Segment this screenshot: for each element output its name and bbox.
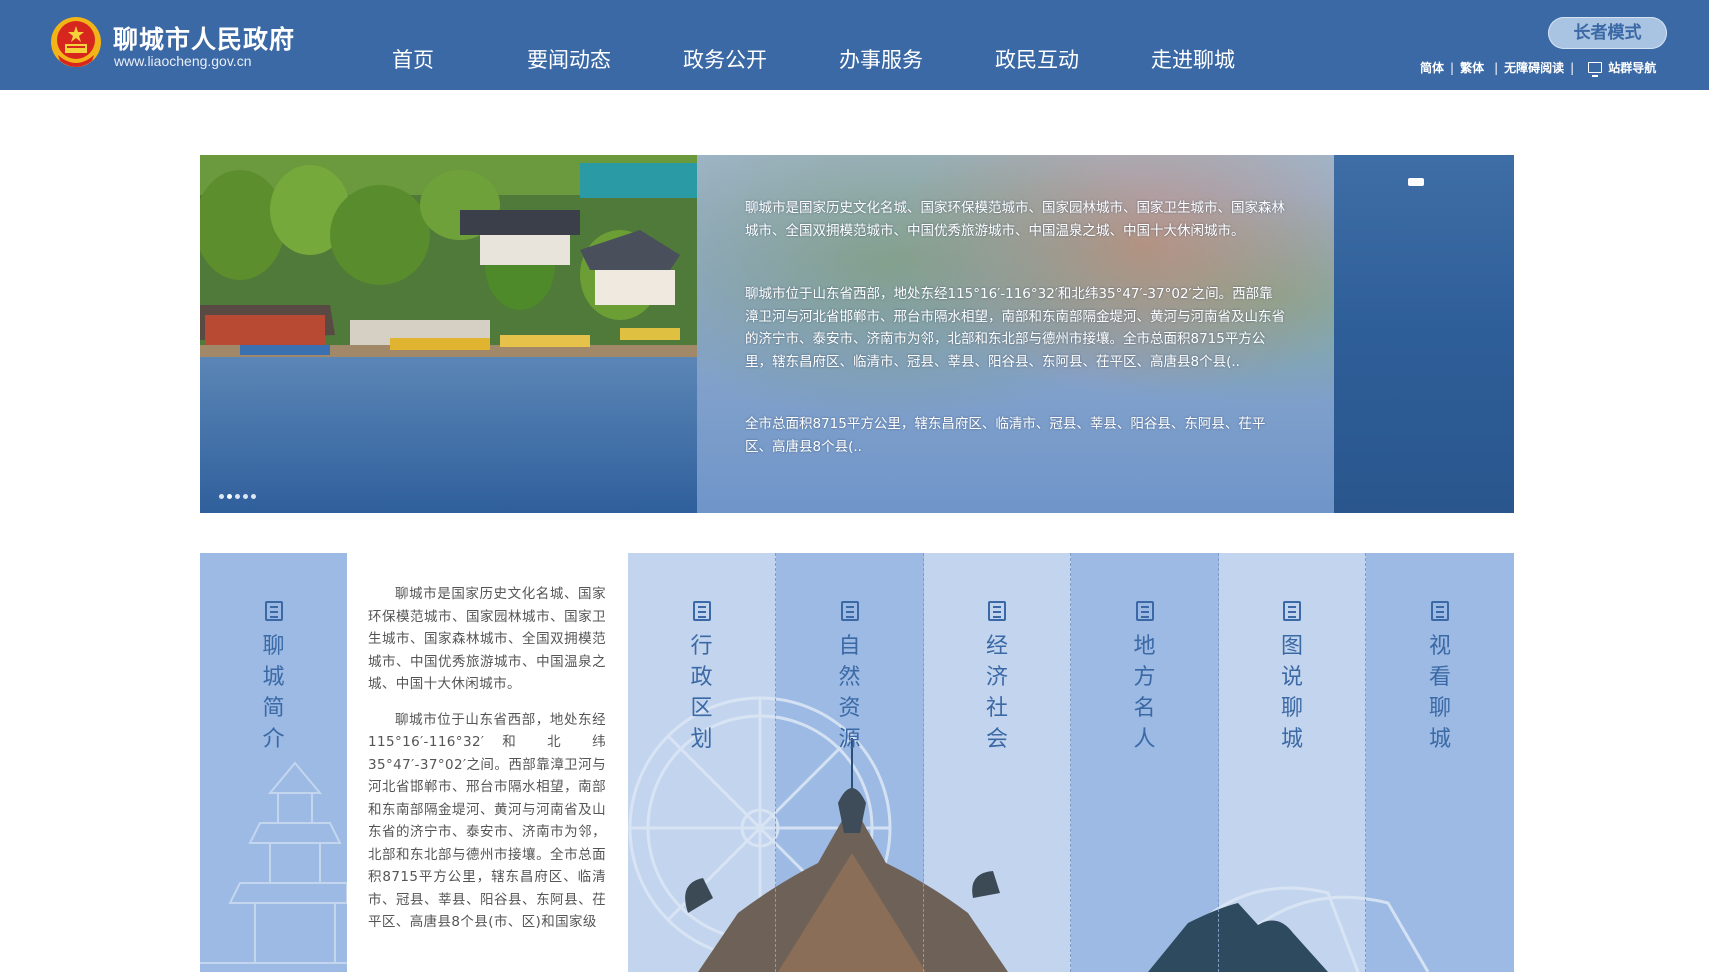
column-economy-society[interactable]: 经济社会 xyxy=(924,553,1071,972)
title-character: 政 xyxy=(690,665,713,690)
column-natural-resources[interactable]: 自然资源 xyxy=(776,553,924,972)
title-character: 资 xyxy=(838,696,861,721)
intro-text-panel: 聊城市是国家历史文化名城、国家环保模范城市、国家园林城市、国家卫生城市、国家森林… xyxy=(347,553,628,972)
topic-columns: 行政区划 自然资源 经济社会 地方名人 图说聊城 视看聊城 xyxy=(628,553,1514,972)
national-emblem-logo[interactable] xyxy=(48,15,104,71)
nav-services[interactable]: 办事服务 xyxy=(803,44,959,74)
title-character: 然 xyxy=(838,665,861,690)
intro-paragraph: 聊城市位于山东省西部，地处东经 115°16′-116°32′ 和 北 纬 35… xyxy=(368,711,606,931)
column-label: 地方名人 xyxy=(1071,601,1218,755)
main-nav: 首页 要闻动态 政务公开 办事服务 政民互动 走进聊城 xyxy=(335,44,1271,74)
banner-paragraph: 全市总面积8715平方公里，辖东昌府区、临清市、冠县、莘县、阳谷县、东阿县、茌平… xyxy=(745,416,1266,455)
site-group-nav-link[interactable]: 站群导航 xyxy=(1608,59,1656,76)
banner-paragraph: 聊城市是国家历史文化名城、国家环保模范城市、国家园林城市、国家卫生城市、国家森林… xyxy=(745,200,1285,239)
nav-government-affairs[interactable]: 政务公开 xyxy=(647,44,803,74)
site-url: www.liaocheng.gov.cn xyxy=(114,53,252,69)
site-header: 聊城市人民政府 www.liaocheng.gov.cn 首页 要闻动态 政务公… xyxy=(0,0,1709,90)
title-character: 城 xyxy=(262,665,285,690)
column-title: 地方名人 xyxy=(1133,631,1155,755)
title-character: 会 xyxy=(985,727,1008,752)
title-character: 城 xyxy=(1280,727,1303,752)
intro-card-liaocheng[interactable]: 聊城简介 xyxy=(200,553,347,972)
column-label: 自然资源 xyxy=(776,601,923,755)
divider: | xyxy=(1450,60,1455,75)
title-character: 名 xyxy=(1133,696,1156,721)
carousel-indicators xyxy=(219,494,256,499)
title-character: 划 xyxy=(690,727,713,752)
title-character: 经 xyxy=(985,634,1008,659)
book-icon xyxy=(1135,601,1154,621)
column-videos[interactable]: 视看聊城 xyxy=(1366,553,1514,972)
title-character: 地 xyxy=(1133,634,1156,659)
column-local-celebrities[interactable]: 地方名人 xyxy=(1071,553,1219,972)
monitor-icon xyxy=(1588,62,1603,77)
book-icon xyxy=(840,601,859,621)
banner-water-photo xyxy=(1334,155,1514,513)
nav-news[interactable]: 要闻动态 xyxy=(491,44,647,74)
title-character: 自 xyxy=(838,634,861,659)
column-title: 自然资源 xyxy=(838,631,860,755)
utility-links: 简体 | 繁体 | 无障碍阅读 | 站群导航 xyxy=(1420,59,1656,77)
nav-interaction[interactable]: 政民互动 xyxy=(959,44,1115,74)
simplified-chinese-link[interactable]: 简体 xyxy=(1420,59,1444,76)
title-character: 聊 xyxy=(262,634,285,659)
tower-watermark xyxy=(200,761,347,964)
intro-card-label: 聊城简介 xyxy=(200,601,347,755)
title-character: 聊 xyxy=(1428,696,1451,721)
column-label: 视看聊城 xyxy=(1366,601,1514,755)
carousel-dot[interactable] xyxy=(243,494,248,499)
book-icon xyxy=(1283,601,1301,621)
title-character: 城 xyxy=(1428,727,1451,752)
column-administrative-divisions[interactable]: 行政区划 xyxy=(628,553,776,972)
carousel-dot[interactable] xyxy=(235,494,240,499)
column-title: 视看聊城 xyxy=(1429,631,1451,755)
book-icon xyxy=(692,601,711,621)
intro-card-title: 聊城简介 xyxy=(262,631,284,755)
elder-mode-button[interactable]: 长者模式 xyxy=(1548,17,1667,49)
intro-paragraph: 聊城市是国家历史文化名城、国家环保模范城市、国家园林城市、国家卫生城市、国家森林… xyxy=(368,586,606,692)
carousel-dot[interactable] xyxy=(219,494,224,499)
title-character: 源 xyxy=(838,727,861,752)
title-character: 聊 xyxy=(1280,696,1303,721)
title-character: 图 xyxy=(1280,634,1303,659)
divider: | xyxy=(1494,60,1499,75)
nav-home[interactable]: 首页 xyxy=(335,44,491,74)
site-title[interactable]: 聊城市人民政府 xyxy=(113,20,295,56)
title-character: 看 xyxy=(1428,665,1451,690)
title-character: 区 xyxy=(690,696,713,721)
title-character: 简 xyxy=(262,696,285,721)
title-character: 介 xyxy=(262,727,285,752)
title-character: 社 xyxy=(985,696,1008,721)
book-icon xyxy=(988,601,1006,621)
column-title: 经济社会 xyxy=(986,631,1008,755)
title-character: 济 xyxy=(985,665,1008,690)
nav-about-liaocheng[interactable]: 走进聊城 xyxy=(1115,44,1271,74)
column-title: 行政区划 xyxy=(690,631,712,755)
book-icon xyxy=(264,601,283,621)
banner-paragraph: 聊城市位于山东省西部，地处东经115°16′-116°32′和北纬35°47′-… xyxy=(745,286,1285,370)
column-label: 图说聊城 xyxy=(1219,601,1365,755)
banner-lake-photo xyxy=(200,155,697,513)
boat-image xyxy=(1408,178,1424,186)
divider: | xyxy=(1570,60,1575,75)
title-character: 人 xyxy=(1133,727,1156,752)
column-pictures[interactable]: 图说聊城 xyxy=(1219,553,1366,972)
accessible-reading-link[interactable]: 无障碍阅读 xyxy=(1504,59,1564,76)
carousel-dot[interactable] xyxy=(251,494,256,499)
column-label: 行政区划 xyxy=(628,601,775,755)
column-title: 图说聊城 xyxy=(1281,631,1303,755)
title-character: 说 xyxy=(1280,665,1303,690)
traditional-chinese-link[interactable]: 繁体 xyxy=(1460,59,1484,76)
title-character: 视 xyxy=(1428,634,1451,659)
book-icon xyxy=(1431,601,1449,621)
carousel-dot-active[interactable] xyxy=(227,494,232,499)
title-character: 行 xyxy=(690,634,713,659)
column-label: 经济社会 xyxy=(924,601,1070,755)
title-character: 方 xyxy=(1133,665,1156,690)
